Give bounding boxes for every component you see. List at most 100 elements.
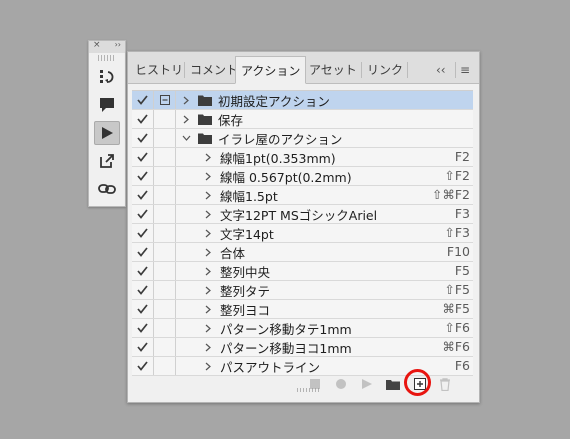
delete-icon[interactable] (438, 377, 452, 391)
toggle-dialog-box[interactable] (154, 205, 176, 223)
action-label: パスアウトライン (220, 359, 321, 375)
action-label: 整列タテ (220, 283, 271, 299)
toggle-item-checkbox[interactable] (132, 186, 154, 204)
toggle-dialog-box[interactable] (154, 110, 176, 128)
tab-links[interactable]: リンク (362, 56, 408, 84)
toggle-dialog-box[interactable] (154, 224, 176, 242)
toggle-item-checkbox[interactable] (132, 129, 154, 147)
toggle-dialog-box[interactable] (154, 243, 176, 261)
resize-grip[interactable] (297, 388, 319, 392)
action-row[interactable]: 線幅1.5pt ⇧⌘F2 (132, 186, 473, 205)
tab-history[interactable]: ヒストリ (130, 56, 188, 84)
toggle-dialog-box[interactable] (154, 338, 176, 356)
toggle-item-checkbox[interactable] (132, 319, 154, 337)
toggle-item-checkbox[interactable] (132, 167, 154, 185)
action-list[interactable]: 初期設定アクション 保存 イラレ屋のアクション 線幅1pt(0.353mm) F2 線幅 … (132, 90, 473, 376)
action-row[interactable]: 合体 F10 (132, 243, 473, 262)
tab-assets[interactable]: アセット (304, 56, 362, 84)
play-selection-icon[interactable] (360, 377, 374, 391)
action-set-row[interactable]: 保存 (132, 110, 473, 129)
chevron-right-icon[interactable] (202, 189, 214, 201)
play-icon[interactable] (94, 121, 120, 145)
chevron-right-icon[interactable] (180, 113, 192, 125)
toggle-item-checkbox[interactable] (132, 110, 154, 128)
toggle-dialog-box[interactable] (154, 186, 176, 204)
toggle-dialog-box[interactable] (154, 129, 176, 147)
chevron-right-icon[interactable] (202, 227, 214, 239)
folder-icon (198, 95, 212, 106)
action-label: 文字14pt (220, 226, 274, 242)
action-row[interactable]: 整列タテ ⇧F5 (132, 281, 473, 300)
chevron-right-icon[interactable] (202, 360, 214, 372)
folder-icon (198, 133, 212, 144)
chevron-right-icon[interactable] (202, 208, 214, 220)
action-row[interactable]: 整列中央 F5 (132, 262, 473, 281)
dock-grip[interactable] (98, 55, 116, 61)
dock-close-icon[interactable]: × (93, 40, 101, 50)
history-icon[interactable] (94, 65, 120, 89)
record-icon[interactable] (334, 377, 348, 391)
chevron-down-icon[interactable] (180, 132, 192, 144)
tab-actions[interactable]: アクション (235, 56, 307, 84)
panel-menu-icon[interactable]: ≡ (460, 56, 470, 84)
chevron-right-icon[interactable] (202, 151, 214, 163)
toggle-item-checkbox[interactable] (132, 91, 154, 109)
toggle-dialog-box[interactable] (154, 300, 176, 318)
checkmark-icon (137, 171, 148, 181)
chevron-right-icon[interactable] (202, 322, 214, 334)
chevron-right-icon[interactable] (202, 265, 214, 277)
action-row[interactable]: パターン移動タテ1mm ⇧F6 (132, 319, 473, 338)
toggle-dialog-box[interactable] (154, 167, 176, 185)
new-set-icon[interactable] (386, 377, 400, 391)
action-label: パターン移動ヨコ1mm (220, 340, 352, 356)
toggle-dialog-box[interactable] (154, 148, 176, 166)
toggle-item-checkbox[interactable] (132, 224, 154, 242)
toggle-dialog-box[interactable] (154, 357, 176, 375)
chevron-right-icon[interactable] (202, 284, 214, 296)
action-row[interactable]: 文字14pt ⇧F3 (132, 224, 473, 243)
toggle-dialog-box[interactable] (154, 319, 176, 337)
toggle-dialog-box[interactable] (154, 281, 176, 299)
chevron-right-icon[interactable] (202, 341, 214, 353)
toggle-item-checkbox[interactable] (132, 338, 154, 356)
action-set-row[interactable]: イラレ屋のアクション (132, 129, 473, 148)
shortcut-key: F2 (454, 149, 470, 164)
action-set-row[interactable]: 初期設定アクション (132, 91, 473, 110)
toggle-item-checkbox[interactable] (132, 281, 154, 299)
chevron-right-icon[interactable] (202, 170, 214, 182)
chevron-right-icon[interactable] (180, 94, 192, 106)
comment-icon[interactable] (94, 93, 120, 117)
action-row[interactable]: 整列ヨコ ⌘F5 (132, 300, 473, 319)
toggle-item-checkbox[interactable] (132, 148, 154, 166)
collapse-panel-icon[interactable]: ‹‹ (436, 56, 446, 84)
dialog-icon (159, 95, 170, 105)
action-label: 整列中央 (220, 264, 271, 280)
checkmark-icon (137, 95, 148, 105)
chevron-right-icon[interactable] (202, 303, 214, 315)
action-row[interactable]: パターン移動ヨコ1mm ⌘F6 (132, 338, 473, 357)
toggle-item-checkbox[interactable] (132, 357, 154, 375)
export-icon[interactable] (94, 149, 120, 173)
action-row[interactable]: 線幅 0.567pt(0.2mm) ⇧F2 (132, 167, 473, 186)
toggle-item-checkbox[interactable] (132, 262, 154, 280)
toggle-item-checkbox[interactable] (132, 300, 154, 318)
shortcut-key: ⌘F6 (442, 339, 470, 354)
chevron-right-icon[interactable] (202, 246, 214, 258)
shortcut-key: F3 (454, 206, 470, 221)
dock-collapse-icon[interactable]: ›› (115, 40, 121, 49)
dock-header: × ›› (89, 40, 125, 53)
action-row[interactable]: 文字12PT MSゴシックAriel F3 (132, 205, 473, 224)
shortcut-key: ⇧F2 (444, 168, 470, 183)
toggle-item-checkbox[interactable] (132, 243, 154, 261)
toggle-dialog-box[interactable] (154, 262, 176, 280)
checkmark-icon (137, 361, 148, 371)
toggle-item-checkbox[interactable] (132, 205, 154, 223)
shortcut-key: ⇧F5 (444, 282, 470, 297)
action-label: 文字12PT MSゴシックAriel (220, 207, 378, 223)
action-row[interactable]: 線幅1pt(0.353mm) F2 (132, 148, 473, 167)
shortcut-key: ⇧F3 (444, 225, 470, 240)
shortcut-key: F6 (454, 358, 470, 373)
link-icon[interactable] (94, 177, 120, 201)
toggle-dialog-box[interactable] (154, 91, 176, 109)
action-label: 整列ヨコ (220, 302, 271, 318)
